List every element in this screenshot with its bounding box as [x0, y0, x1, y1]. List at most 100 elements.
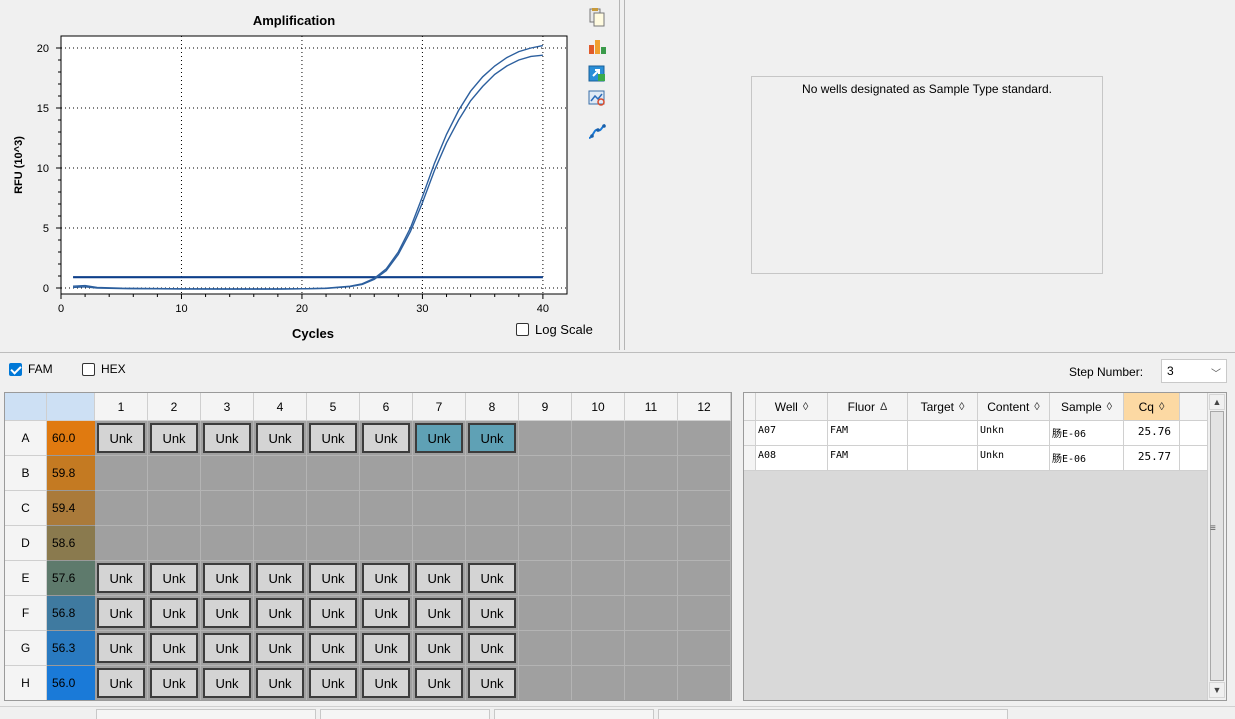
plate-well[interactable]	[625, 491, 678, 526]
plate-well[interactable]	[360, 491, 413, 526]
well-content-button[interactable]: Unk	[468, 668, 516, 698]
plate-well[interactable]: Unk	[201, 631, 254, 666]
well-content-button[interactable]: Unk	[203, 563, 251, 593]
plate-well[interactable]	[519, 596, 572, 631]
plate-well[interactable]	[201, 456, 254, 491]
hex-checkbox-box[interactable]	[82, 362, 95, 376]
plate-well[interactable]	[678, 631, 731, 666]
well-content-button[interactable]: Unk	[309, 423, 357, 453]
plate-well[interactable]	[678, 421, 731, 456]
row-selector[interactable]	[744, 421, 756, 445]
plate-well[interactable]	[625, 561, 678, 596]
plate-well[interactable]	[572, 666, 625, 700]
well-content-button[interactable]: Unk	[362, 423, 410, 453]
plate-well[interactable]	[678, 456, 731, 491]
table-row[interactable]: A07 FAM Unkn 肠E-06 25.76	[744, 421, 1208, 446]
well-content-button[interactable]: Unk	[150, 633, 198, 663]
plate-well[interactable]: Unk	[95, 631, 148, 666]
results-column-header[interactable]: Sample ◊	[1050, 393, 1124, 420]
well-content-button[interactable]: Unk	[309, 633, 357, 663]
plate-well[interactable]	[678, 526, 731, 561]
plate-column-header[interactable]: 2	[148, 393, 201, 421]
plate-well[interactable]	[625, 596, 678, 631]
plate-well[interactable]	[625, 631, 678, 666]
plate-well[interactable]	[678, 666, 731, 700]
plate-well[interactable]	[519, 491, 572, 526]
plate-well[interactable]: Unk	[413, 561, 466, 596]
plate-well[interactable]: Unk	[148, 631, 201, 666]
plate-well[interactable]	[572, 456, 625, 491]
plate-well[interactable]: Unk	[307, 561, 360, 596]
plate-column-header[interactable]: 3	[201, 393, 254, 421]
step-number-select[interactable]: 3 ﹀	[1161, 359, 1227, 383]
plate-well[interactable]	[148, 456, 201, 491]
plate-well[interactable]	[572, 561, 625, 596]
plate-column-header[interactable]: 6	[360, 393, 413, 421]
plate-well[interactable]	[254, 526, 307, 561]
plate-well[interactable]	[360, 526, 413, 561]
plate-column-header[interactable]: 4	[254, 393, 307, 421]
well-content-button[interactable]: Unk	[309, 563, 357, 593]
plate-well[interactable]	[572, 421, 625, 456]
well-content-button[interactable]: Unk	[203, 633, 251, 663]
well-content-button[interactable]: Unk	[203, 598, 251, 628]
plate-well[interactable]	[466, 491, 519, 526]
plate-well[interactable]: Unk	[360, 561, 413, 596]
well-content-button[interactable]: Unk	[362, 598, 410, 628]
plate-row-header[interactable]: E	[5, 561, 47, 596]
well-content-button[interactable]: Unk	[362, 633, 410, 663]
plate-well[interactable]: Unk	[254, 561, 307, 596]
plate-well[interactable]: Unk	[413, 421, 466, 456]
plate-row-header[interactable]: F	[5, 596, 47, 631]
log-scale-checkbox[interactable]: Log Scale	[516, 322, 593, 337]
results-column-header[interactable]: Well ◊	[756, 393, 828, 420]
table-row[interactable]: A08 FAM Unkn 肠E-06 25.77	[744, 446, 1208, 471]
results-column-header[interactable]: Content ◊	[978, 393, 1050, 420]
well-content-button[interactable]: Unk	[309, 668, 357, 698]
log-scale-box[interactable]	[516, 323, 529, 336]
plate-well[interactable]: Unk	[254, 631, 307, 666]
plate-well[interactable]	[572, 526, 625, 561]
plate-well[interactable]: Unk	[254, 666, 307, 700]
plate-well[interactable]	[519, 666, 572, 700]
well-content-button[interactable]: Unk	[468, 633, 516, 663]
plate-well[interactable]	[413, 456, 466, 491]
plate-well[interactable]	[307, 526, 360, 561]
sort-icon[interactable]: ◊	[803, 401, 808, 413]
plate-well[interactable]: Unk	[466, 666, 519, 700]
fluor-fam-checkbox[interactable]: FAM	[9, 362, 53, 376]
plate-well[interactable]: Unk	[413, 596, 466, 631]
curve-fit-icon[interactable]	[587, 122, 607, 142]
plate-well[interactable]: Unk	[95, 421, 148, 456]
well-content-button[interactable]: Unk	[97, 633, 145, 663]
fluor-hex-checkbox[interactable]: HEX	[82, 362, 126, 376]
vertical-scrollbar[interactable]: ▲ ≡ ▼	[1207, 393, 1226, 700]
well-content-button[interactable]: Unk	[203, 668, 251, 698]
plate-well[interactable]	[254, 456, 307, 491]
plate-row-header[interactable]: H	[5, 666, 47, 700]
plate-well[interactable]: Unk	[201, 596, 254, 631]
plate-well[interactable]	[678, 596, 731, 631]
well-content-button[interactable]: Unk	[97, 598, 145, 628]
well-content-button[interactable]: Unk	[415, 563, 463, 593]
sort-icon[interactable]: ◊	[959, 401, 964, 413]
copy-icon[interactable]	[587, 7, 607, 27]
plate-well[interactable]: Unk	[466, 631, 519, 666]
plate-well[interactable]: Unk	[360, 631, 413, 666]
well-content-button[interactable]: Unk	[362, 668, 410, 698]
well-content-button[interactable]: Unk	[150, 668, 198, 698]
results-column-header[interactable]: Fluor Δ	[828, 393, 908, 420]
well-content-button[interactable]: Unk	[256, 563, 304, 593]
well-content-button[interactable]: Unk	[150, 423, 198, 453]
plate-row-header[interactable]: D	[5, 526, 47, 561]
plate-well[interactable]	[254, 491, 307, 526]
fam-checkbox-box[interactable]	[9, 362, 22, 376]
plate-column-header[interactable]: 11	[625, 393, 678, 421]
plate-well[interactable]: Unk	[95, 561, 148, 596]
sort-icon[interactable]: Δ	[880, 401, 887, 413]
sort-icon[interactable]: ◊	[1107, 401, 1112, 413]
plate-well[interactable]	[307, 456, 360, 491]
well-content-button[interactable]: Unk	[415, 668, 463, 698]
plate-column-header[interactable]: 8	[466, 393, 519, 421]
zoom-icon[interactable]	[587, 88, 607, 108]
